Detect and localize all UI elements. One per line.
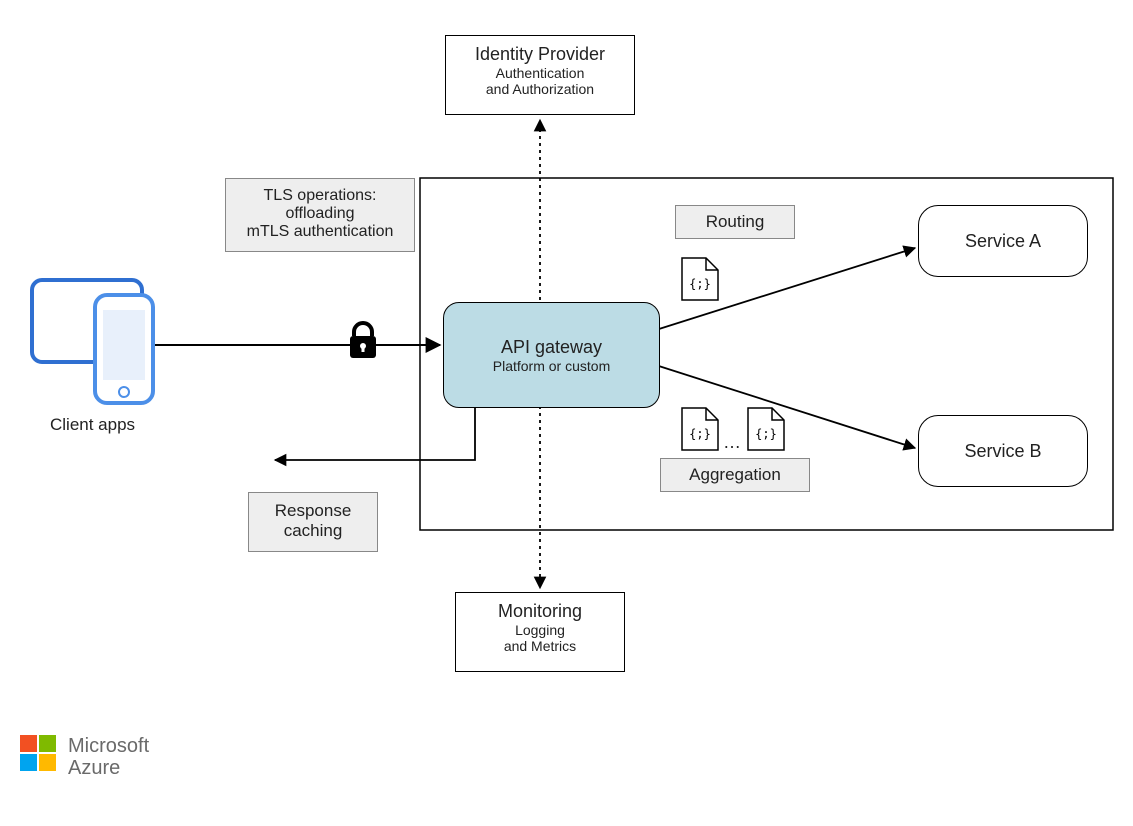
svg-text:{;}: {;} (755, 427, 777, 441)
tablet-icon (32, 280, 142, 362)
aggregation-dots: … (723, 432, 741, 453)
service-b-box: Service B (918, 415, 1088, 487)
response-caching-box: Response caching (248, 492, 378, 552)
document-code-icon: {;} (682, 258, 718, 300)
service-a-box: Service A (918, 205, 1088, 277)
api-gateway-sub: Platform or custom (493, 358, 610, 374)
client-apps-label: Client apps (50, 415, 135, 435)
azure-logo (20, 735, 58, 773)
identity-provider-title: Identity Provider (456, 44, 624, 65)
routing-label-box: Routing (675, 205, 795, 239)
monitoring-title: Monitoring (466, 601, 614, 622)
monitoring-box: Monitoring Logging and Metrics (455, 592, 625, 672)
document-code-icon: {;} (682, 408, 718, 450)
document-code-icon: {;} (748, 408, 784, 450)
svg-text:{;}: {;} (689, 427, 711, 441)
identity-provider-box: Identity Provider Authentication and Aut… (445, 35, 635, 115)
connectors: {;} {;} {;} (0, 0, 1133, 826)
service-b-label: Service B (964, 441, 1041, 462)
api-gateway-title: API gateway (501, 337, 602, 358)
phone-icon (95, 295, 153, 403)
service-a-label: Service A (965, 231, 1041, 252)
brand-name: Microsoft (68, 735, 149, 757)
tls-operations-box: TLS operations: offloading mTLS authenti… (225, 178, 415, 252)
lock-icon (350, 323, 376, 358)
routing-label: Routing (706, 212, 765, 231)
monitoring-sub1: Logging (466, 622, 614, 638)
api-gateway-box: API gateway Platform or custom (443, 302, 660, 408)
identity-provider-sub1: Authentication (456, 65, 624, 81)
aggregation-label: Aggregation (689, 465, 781, 484)
brand-product: Azure (68, 757, 149, 779)
identity-provider-sub2: and Authorization (456, 81, 624, 97)
azure-logo-text: Microsoft Azure (68, 735, 149, 779)
diagram-canvas: {;} {;} {;} Identity Provider Authentica… (0, 0, 1133, 826)
tls-line2: offloading (236, 205, 404, 223)
svg-text:{;}: {;} (689, 277, 711, 291)
response-caching-line2: caching (259, 521, 367, 541)
tls-line1: TLS operations: (236, 187, 404, 205)
tls-line3: mTLS authentication (236, 223, 404, 241)
response-caching-line1: Response (259, 501, 367, 521)
aggregation-label-box: Aggregation (660, 458, 810, 492)
monitoring-sub2: and Metrics (466, 638, 614, 654)
